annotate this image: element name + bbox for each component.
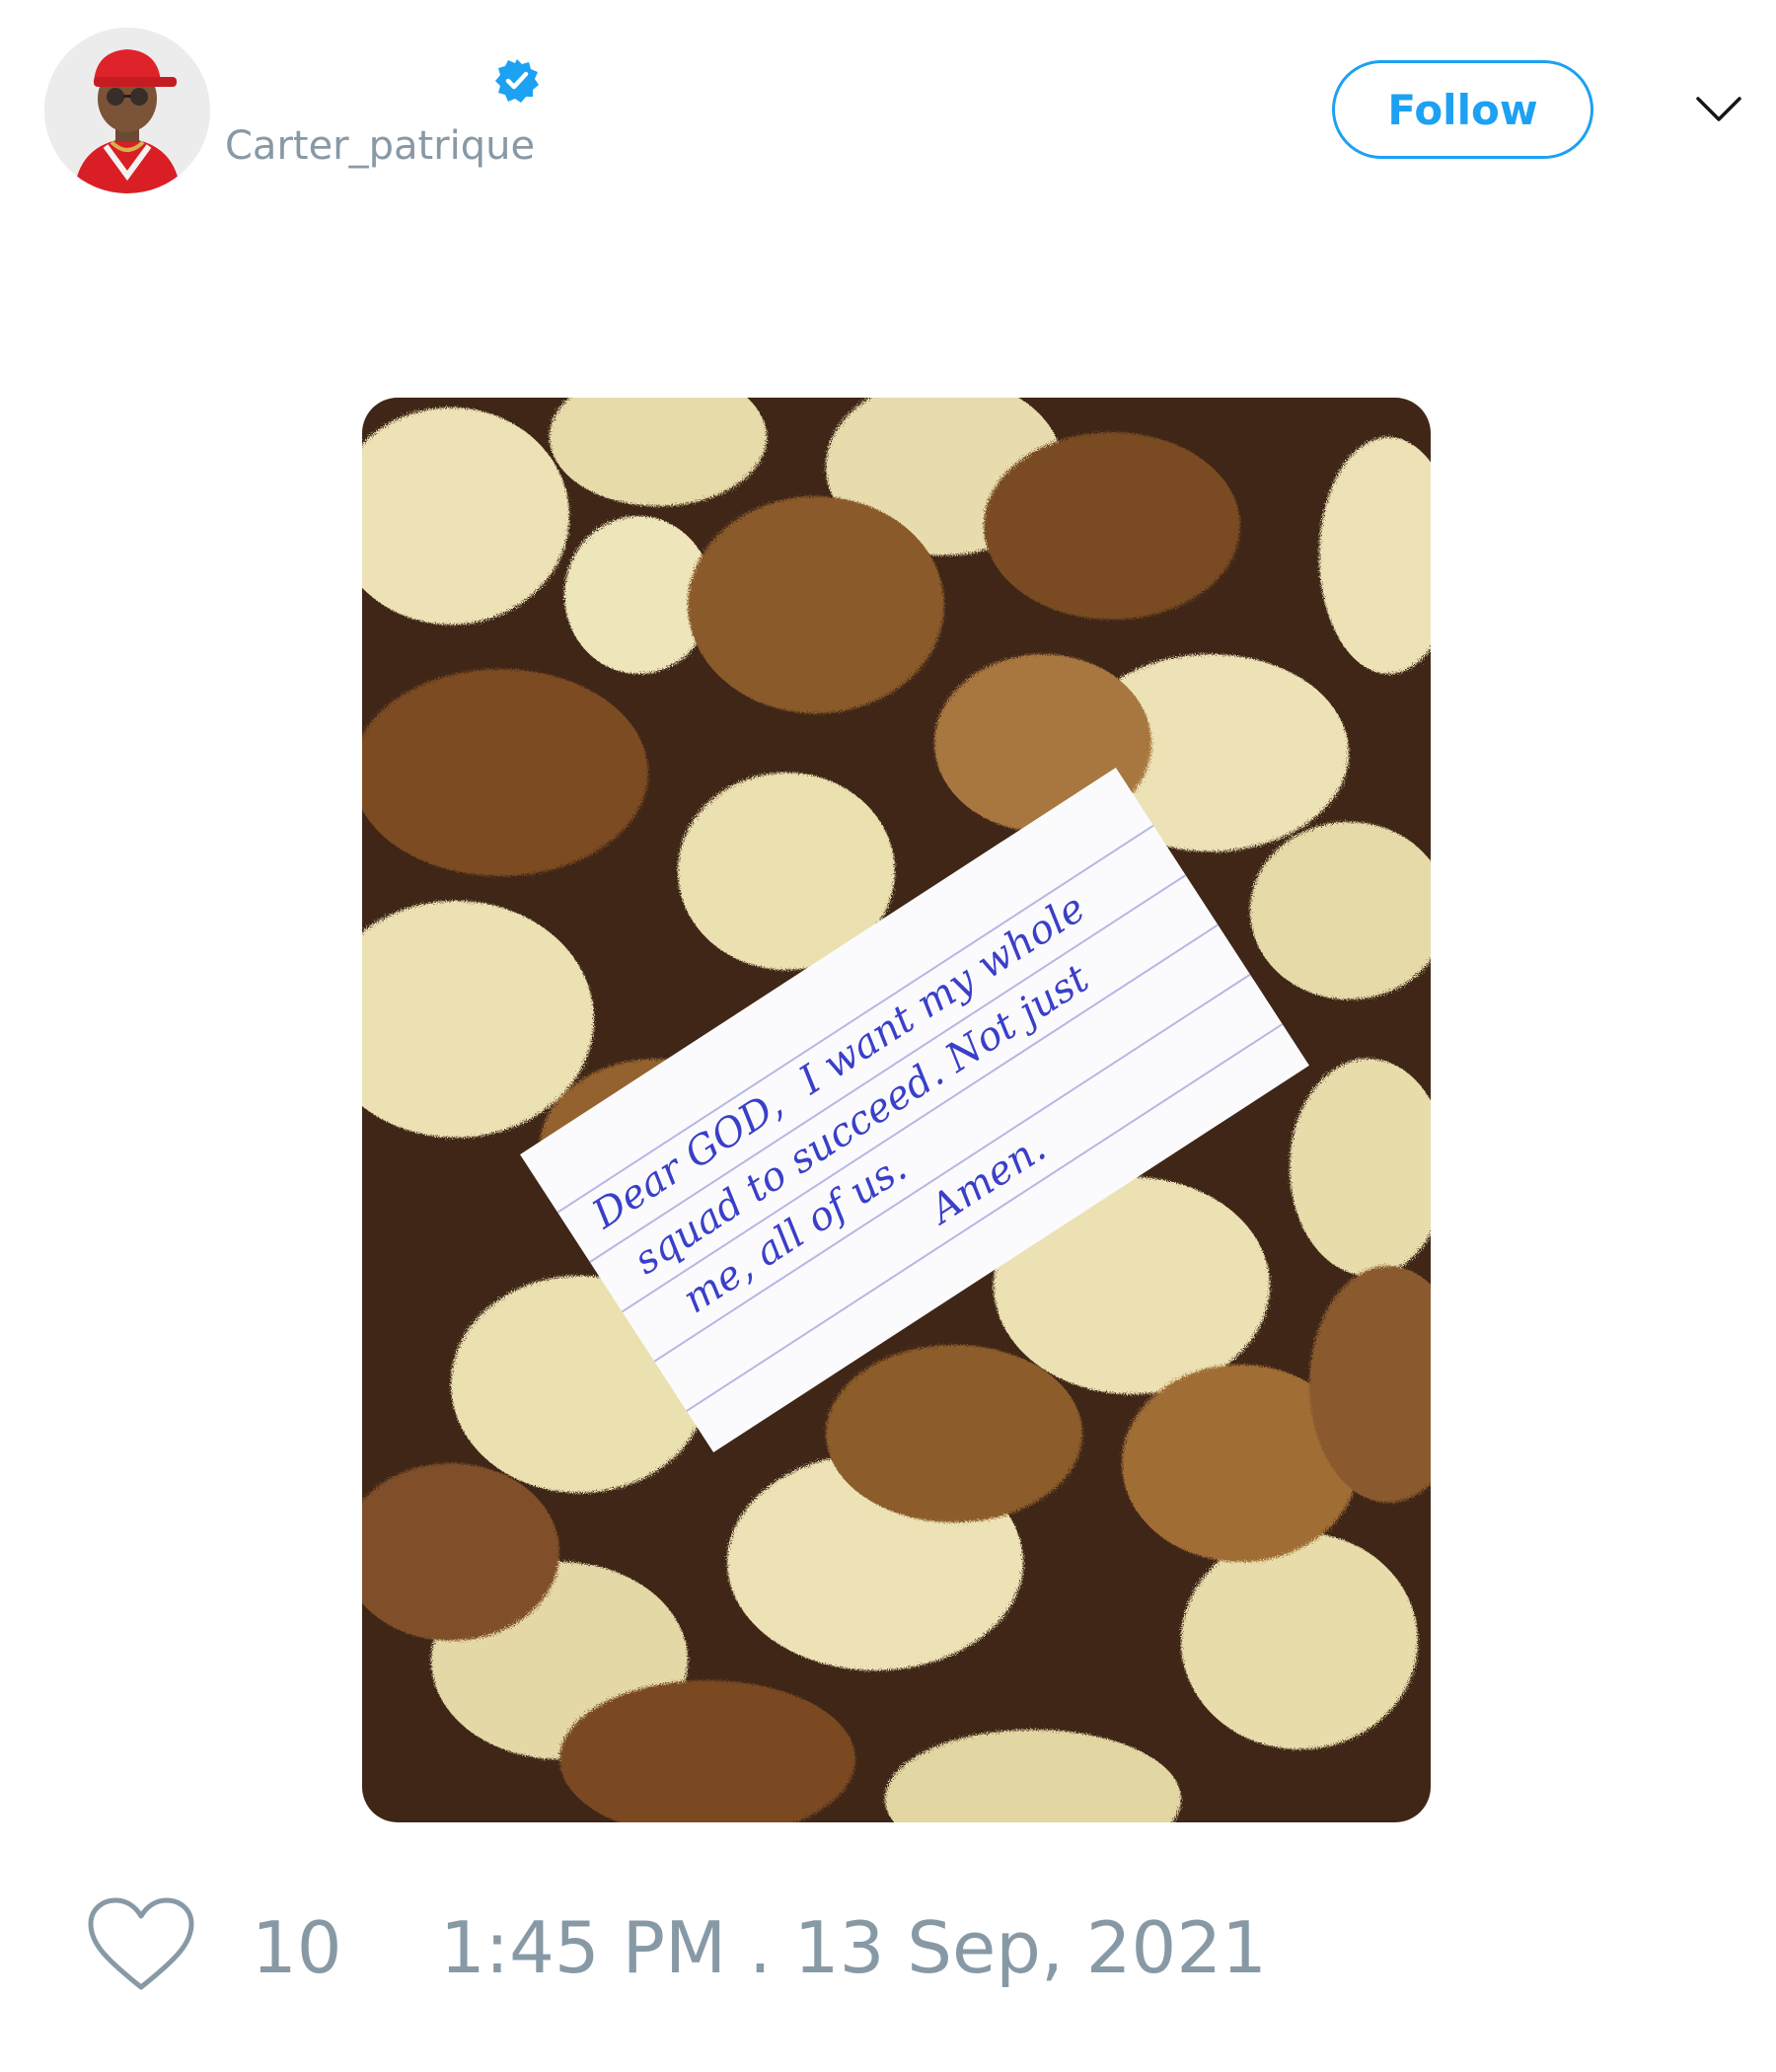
follow-button[interactable]: Follow bbox=[1332, 60, 1593, 159]
heart-icon[interactable] bbox=[87, 1896, 195, 1993]
avatar-image bbox=[44, 28, 210, 193]
photo-image: Dear GOD, I want my whole squad to succe… bbox=[362, 398, 1431, 1822]
tweet-timestamp[interactable]: 1:45 PM . 13 Sep, 2021 bbox=[440, 1912, 1267, 1983]
verified-badge-icon bbox=[495, 59, 539, 103]
like-count: 10 bbox=[252, 1906, 342, 1989]
user-handle[interactable]: Carter_patrique bbox=[225, 126, 535, 166]
tweet-photo[interactable]: Dear GOD, I want my whole squad to succe… bbox=[362, 398, 1431, 1822]
avatar[interactable] bbox=[44, 28, 210, 193]
chevron-down-icon[interactable] bbox=[1695, 91, 1742, 126]
